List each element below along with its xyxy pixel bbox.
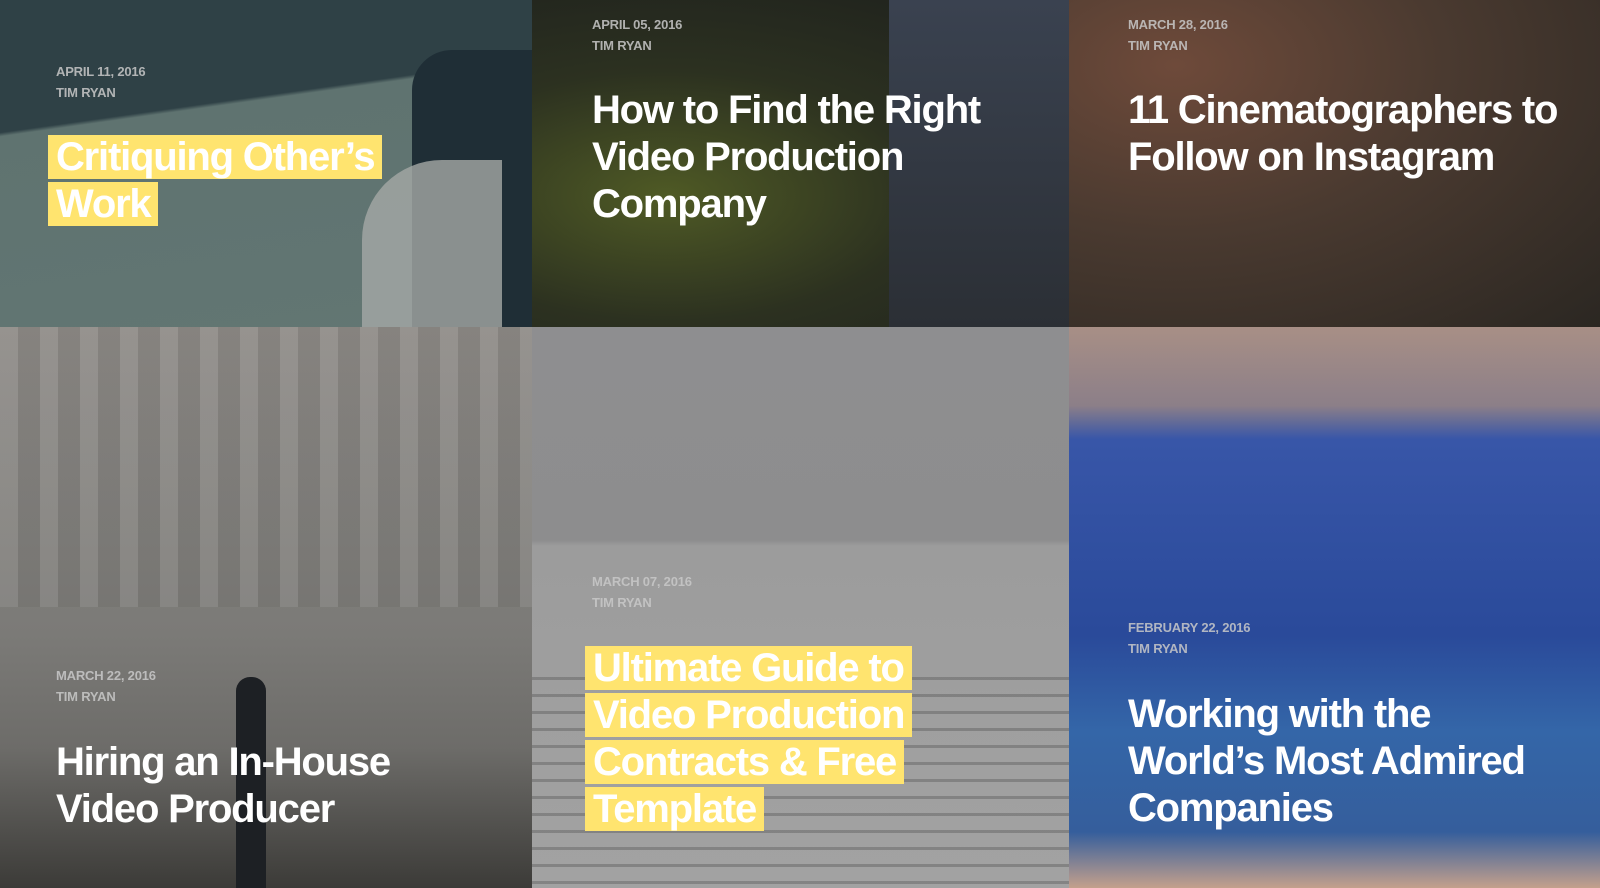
post-date: MARCH 22, 2016 bbox=[56, 668, 156, 683]
post-date: MARCH 28, 2016 bbox=[1128, 17, 1228, 32]
post-card-critiquing[interactable]: APRIL 11, 2016 TIM RYAN Critiquing Other… bbox=[0, 0, 532, 327]
post-author: TIM RYAN bbox=[56, 689, 116, 704]
post-card-contracts-guide[interactable]: MARCH 07, 2016 TIM RYAN Ultimate Guide t… bbox=[532, 327, 1069, 888]
post-title-text[interactable]: Ultimate Guide to Video Production Contr… bbox=[585, 646, 913, 831]
post-author: TIM RYAN bbox=[592, 595, 652, 610]
post-author: TIM RYAN bbox=[1128, 38, 1188, 53]
post-meta: APRIL 05, 2016 TIM RYAN bbox=[592, 14, 682, 56]
post-card-admired-companies[interactable]: FEBRUARY 22, 2016 TIM RYAN Working with … bbox=[1069, 327, 1600, 888]
background-image bbox=[0, 327, 532, 607]
post-author: TIM RYAN bbox=[592, 38, 652, 53]
post-title[interactable]: Hiring an In-House Video Producer bbox=[56, 739, 456, 833]
post-meta: MARCH 28, 2016 TIM RYAN bbox=[1128, 14, 1228, 56]
post-meta: MARCH 07, 2016 TIM RYAN bbox=[592, 571, 692, 613]
post-card-in-house-producer[interactable]: MARCH 22, 2016 TIM RYAN Hiring an In-Hou… bbox=[0, 327, 532, 888]
post-title[interactable]: Working with the World’s Most Admired Co… bbox=[1128, 691, 1548, 832]
post-title[interactable]: How to Find the Right Video Production C… bbox=[592, 87, 1022, 228]
post-meta: APRIL 11, 2016 TIM RYAN bbox=[56, 61, 146, 103]
post-date: MARCH 07, 2016 bbox=[592, 574, 692, 589]
post-date: FEBRUARY 22, 2016 bbox=[1128, 620, 1251, 635]
post-card-cinematographers[interactable]: MARCH 28, 2016 TIM RYAN 11 Cinematograph… bbox=[1069, 0, 1600, 327]
blog-post-grid: APRIL 11, 2016 TIM RYAN Critiquing Other… bbox=[0, 0, 1600, 888]
post-card-find-production-company[interactable]: APRIL 05, 2016 TIM RYAN How to Find the … bbox=[532, 0, 1069, 327]
post-author: TIM RYAN bbox=[56, 85, 116, 100]
post-title[interactable]: Ultimate Guide to Video Production Contr… bbox=[585, 645, 955, 833]
post-title[interactable]: Critiquing Other’s Work bbox=[48, 134, 468, 228]
post-date: APRIL 11, 2016 bbox=[56, 64, 146, 79]
post-meta: MARCH 22, 2016 TIM RYAN bbox=[56, 665, 156, 707]
post-meta: FEBRUARY 22, 2016 TIM RYAN bbox=[1128, 617, 1251, 659]
post-date: APRIL 05, 2016 bbox=[592, 17, 683, 32]
post-title-text[interactable]: Critiquing Other’s Work bbox=[48, 135, 383, 226]
post-author: TIM RYAN bbox=[1128, 641, 1188, 656]
post-title[interactable]: 11 Cinematographers to Follow on Instagr… bbox=[1128, 87, 1558, 181]
